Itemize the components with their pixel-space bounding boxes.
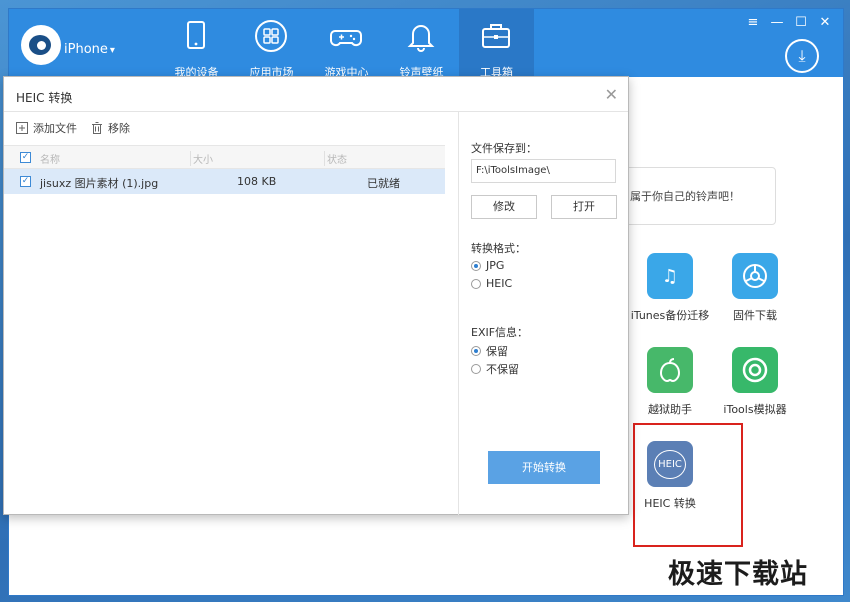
trash-icon <box>92 122 102 134</box>
remove-label: 移除 <box>108 122 130 135</box>
tool-label: iTunes备份迁移 <box>630 309 710 322</box>
toolbox-icon <box>482 24 510 48</box>
column-name: 名称 <box>40 155 60 166</box>
format-option-label: HEIC <box>486 277 513 290</box>
download-icon[interactable]: ⤓ <box>785 39 819 73</box>
format-option-jpg[interactable]: JPG <box>471 259 504 272</box>
jailbreak-icon <box>647 347 693 393</box>
settings-pane: 文件保存到： F:\iToolsImage\ 修改 打开 转换格式： JPG H… <box>459 112 629 515</box>
device-name: iPhone <box>64 42 108 57</box>
exif-label: EXIF信息： <box>471 326 529 339</box>
format-label: 转换格式： <box>471 242 526 255</box>
tool-itunes-backup[interactable]: ♫ iTunes备份迁移 <box>627 253 713 323</box>
highlight-frame <box>633 423 743 547</box>
heic-convert-dialog: HEIC 转换 ✕ 添加文件 移除 ✓ 名称 大小 状态 ✓ jisuxz 图片… <box>3 76 629 515</box>
add-file-button[interactable]: 添加文件 <box>16 120 77 136</box>
row-checkbox[interactable]: ✓ <box>20 176 31 187</box>
radio-unselected[interactable] <box>471 278 481 289</box>
plus-box-icon <box>16 122 28 134</box>
file-list-pane: 添加文件 移除 ✓ 名称 大小 状态 ✓ jisuxz 图片素材 (1).jpg… <box>4 112 458 515</box>
radio-selected[interactable] <box>471 260 481 271</box>
select-all-checkbox[interactable]: ✓ <box>20 152 31 163</box>
start-convert-button[interactable]: 开始转换 <box>488 451 600 484</box>
exif-option-keep[interactable]: 保留 <box>471 343 508 359</box>
file-name: jisuxz 图片素材 (1).jpg <box>40 177 159 190</box>
top-bar: iPhone ▾ 我的设备 应用市场 游戏中心 铃声壁纸 工具箱 ≡ — ☐ ✕… <box>9 9 843 79</box>
save-path-field[interactable]: F:\iToolsImage\ <box>471 159 616 183</box>
nav-app-market[interactable]: 应用市场 <box>234 9 309 79</box>
maximize-icon[interactable]: ☐ <box>793 15 809 30</box>
format-option-heic[interactable]: HEIC <box>471 277 512 290</box>
file-table-header: ✓ 名称 大小 状态 <box>4 145 445 169</box>
tablet-icon <box>187 21 205 49</box>
column-size: 大小 <box>190 151 213 166</box>
radio-selected[interactable] <box>471 346 481 356</box>
modify-button[interactable]: 修改 <box>471 195 537 219</box>
open-button[interactable]: 打开 <box>551 195 617 219</box>
add-file-label: 添加文件 <box>33 122 77 135</box>
tool-label: 固件下载 <box>733 309 777 322</box>
menu-icon[interactable]: ≡ <box>745 15 761 30</box>
radio-unselected[interactable] <box>471 364 481 374</box>
close-icon[interactable]: ✕ <box>605 85 618 104</box>
table-row[interactable]: ✓ jisuxz 图片素材 (1).jpg 108 KB 已就绪 <box>4 169 445 194</box>
firmware-icon <box>732 253 778 299</box>
dialog-title: HEIC 转换 <box>16 91 73 105</box>
music-note-icon: ♫ <box>647 253 693 299</box>
minimize-icon[interactable]: — <box>769 15 785 30</box>
itools-logo <box>21 25 61 65</box>
file-toolbar: 添加文件 移除 <box>16 120 130 136</box>
nav-my-device[interactable]: 我的设备 <box>159 9 234 79</box>
remove-button[interactable]: 移除 <box>91 120 130 136</box>
device-selector[interactable]: iPhone ▾ <box>64 42 115 57</box>
tool-jailbreak[interactable]: 越狱助手 <box>627 347 713 417</box>
ringtone-promo-text: 属于你自己的铃声吧！ <box>630 190 740 203</box>
tool-simulator[interactable]: iTools模拟器 <box>712 347 798 417</box>
tool-firmware-download[interactable]: 固件下载 <box>712 253 798 323</box>
format-option-label: JPG <box>486 259 505 272</box>
nav-toolbox[interactable]: 工具箱 <box>459 9 534 79</box>
site-watermark: 极速下载站 <box>668 559 808 590</box>
save-to-label: 文件保存到： <box>471 142 537 155</box>
bell-icon <box>407 25 435 52</box>
window-controls: ≡ — ☐ ✕ <box>745 15 833 30</box>
file-size: 108 KB <box>237 175 277 188</box>
column-status: 状态 <box>324 151 347 166</box>
caret-down-icon: ▾ <box>109 45 115 56</box>
apps-grid-icon <box>255 20 287 52</box>
tool-label: iTools模拟器 <box>723 403 787 416</box>
close-icon[interactable]: ✕ <box>817 15 833 30</box>
nav-ringtone-wallpaper[interactable]: 铃声壁纸 <box>384 9 459 79</box>
nav-game-center[interactable]: 游戏中心 <box>309 9 384 79</box>
simulator-icon <box>732 347 778 393</box>
gamepad-icon <box>330 30 362 47</box>
exif-option-label: 保留 <box>486 345 508 358</box>
file-status: 已就绪 <box>367 177 400 190</box>
exif-option-discard[interactable]: 不保留 <box>471 361 519 377</box>
main-nav: 我的设备 应用市场 游戏中心 铃声壁纸 工具箱 <box>159 9 534 79</box>
exif-option-label: 不保留 <box>486 363 519 376</box>
tool-label: 越狱助手 <box>648 403 692 416</box>
